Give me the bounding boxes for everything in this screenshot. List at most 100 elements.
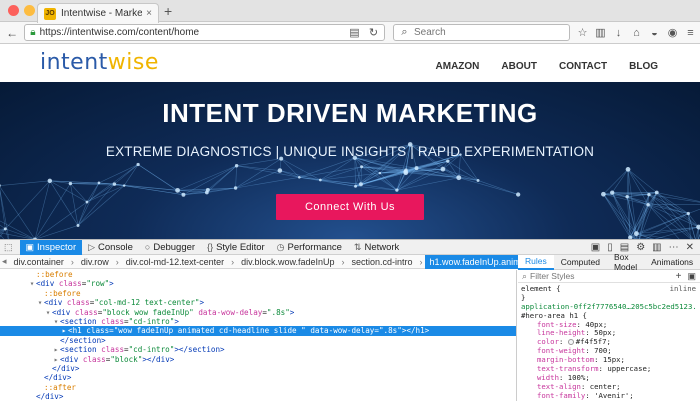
- minimize-window-button[interactable]: [24, 5, 35, 16]
- network-line: [628, 169, 649, 194]
- css-declaration[interactable]: color: #f4f5f7;: [521, 338, 696, 347]
- expand-twisty-icon[interactable]: ▸: [60, 326, 68, 335]
- markup-node[interactable]: ▸<div class="block"></div>: [0, 355, 516, 364]
- bookmark-star-icon[interactable]: ☆: [577, 26, 588, 39]
- tab-box-model[interactable]: Box Model: [607, 255, 644, 270]
- browser-tab[interactable]: JO Intentwise - Marketing Stra... ×: [37, 3, 159, 23]
- pick-element-icon[interactable]: ⬚: [0, 240, 20, 255]
- search-input[interactable]: [414, 27, 564, 38]
- tab-performance[interactable]: ◷Performance: [271, 240, 348, 255]
- markup-node[interactable]: ▾<section class="cd-intro">: [0, 317, 516, 326]
- network-line: [183, 166, 236, 195]
- expand-twisty-icon[interactable]: ▾: [52, 317, 60, 326]
- tab-network[interactable]: ⇅Network: [348, 240, 405, 255]
- tab-rules[interactable]: Rules: [518, 255, 554, 270]
- attribute-name: class: [67, 298, 90, 307]
- markup-node[interactable]: </section>: [0, 336, 516, 345]
- markup-node-selected[interactable]: ▸<h1 class="wow fadeInUp animated cd-hea…: [0, 326, 516, 335]
- nav-link-about[interactable]: ABOUT: [501, 61, 537, 72]
- markup-node[interactable]: </div>: [0, 373, 516, 382]
- more-options-icon[interactable]: ⋯: [669, 242, 679, 253]
- add-rule-icon[interactable]: +: [676, 271, 682, 282]
- download-icon[interactable]: ↓: [613, 27, 624, 39]
- breadcrumb-item[interactable]: div.block.wow.fadeInUp: [236, 255, 339, 269]
- breadcrumb-separator-icon: ›: [418, 255, 425, 269]
- network-node: [415, 166, 419, 170]
- css-declaration[interactable]: font-family: 'Avenir';: [521, 392, 696, 401]
- breadcrumb-item[interactable]: div.row: [76, 255, 114, 269]
- css-declaration[interactable]: margin-bottom: 15px;: [521, 356, 696, 365]
- responsive-icon[interactable]: ▯: [607, 242, 613, 253]
- expand-twisty-icon[interactable]: ▸: [52, 355, 60, 364]
- home-icon[interactable]: ⌂: [631, 27, 642, 39]
- markup-node[interactable]: ::before: [0, 289, 516, 298]
- connect-button[interactable]: Connect With Us: [276, 194, 424, 220]
- attribute-name: class: [83, 355, 106, 364]
- settings-gear-icon[interactable]: ⚙: [636, 242, 645, 253]
- url-bar[interactable]: 🔒︎ https://intentwise.com/content/home ▤…: [24, 24, 385, 41]
- intentwise-logo[interactable]: intentwise: [40, 50, 159, 75]
- toggle-pseudo-class-icon[interactable]: ▣: [687, 271, 696, 282]
- nav-link-amazon[interactable]: AMAZON: [436, 61, 480, 72]
- search-bar[interactable]: ⌕: [393, 24, 570, 41]
- tab-computed[interactable]: Computed: [554, 255, 607, 270]
- pocket-icon[interactable]: ◒: [649, 27, 660, 39]
- rule-properties: font-size: 40px;line-height: 50px;color:…: [521, 321, 696, 401]
- menu-icon[interactable]: ≡: [685, 27, 696, 39]
- breadcrumb-item[interactable]: section.cd-intro: [347, 255, 418, 269]
- rule-source-link[interactable]: application-0ff2f7776540…205c5bc2ed5123.…: [521, 303, 696, 312]
- expand-twisty-icon[interactable]: ▾: [28, 279, 36, 288]
- tab-close-icon[interactable]: ×: [146, 8, 152, 19]
- markup-node[interactable]: ▾<div class="block wow fadeInUp" data-wo…: [0, 308, 516, 317]
- tab-console[interactable]: ▷Console: [82, 240, 139, 255]
- css-declaration[interactable]: line-height: 50px;: [521, 329, 696, 338]
- css-declaration[interactable]: width: 100%;: [521, 374, 696, 383]
- markup-node[interactable]: ::after: [0, 383, 516, 392]
- expand-twisty-icon[interactable]: ▾: [36, 298, 44, 307]
- console-icon: ▷: [88, 242, 95, 253]
- expand-twisty-icon[interactable]: ▾: [44, 308, 52, 317]
- markup-node[interactable]: ::before: [0, 270, 516, 279]
- filter-styles-input[interactable]: [530, 271, 660, 281]
- hero-area: INTENT DRIVEN MARKETING EXTREME DIAGNOST…: [0, 82, 700, 239]
- reload-icon[interactable]: ↻: [368, 26, 379, 39]
- breadcrumb-item[interactable]: div.col-md-12.text-center: [121, 255, 229, 269]
- close-window-button[interactable]: [8, 5, 19, 16]
- network-node: [446, 160, 449, 163]
- opening-tag: <h1: [68, 326, 82, 335]
- rule-source[interactable]: inline: [670, 285, 696, 294]
- extension-icon[interactable]: ◉: [667, 26, 678, 39]
- closing-tag: </div>: [147, 355, 174, 364]
- nav-link-contact[interactable]: CONTACT: [559, 61, 607, 72]
- opening-tag: <div: [60, 355, 78, 364]
- markup-node[interactable]: </div>: [0, 364, 516, 373]
- network-line: [35, 184, 70, 239]
- tab-animations[interactable]: Animations: [644, 255, 700, 270]
- library-icon[interactable]: ▥: [595, 26, 606, 39]
- network-line: [648, 205, 699, 227]
- screenshot-icon[interactable]: ▤: [620, 242, 629, 253]
- expand-twisty-icon[interactable]: ▸: [52, 345, 60, 354]
- css-declaration[interactable]: text-transform: uppercase;: [521, 365, 696, 374]
- tab-inspector[interactable]: ▣Inspector: [20, 240, 83, 255]
- tab-debugger[interactable]: ○Debugger: [139, 240, 201, 255]
- close-devtools-icon[interactable]: ✕: [686, 242, 694, 253]
- markup-node[interactable]: ▾<div class="col-md-12 text-center">: [0, 298, 516, 307]
- attribute-name: class: [86, 326, 109, 335]
- breadcrumb-scroll-left-icon[interactable]: ◂: [0, 255, 9, 269]
- nav-link-blog[interactable]: BLOG: [629, 61, 658, 72]
- network-node: [86, 201, 89, 204]
- css-declaration[interactable]: text-align: center;: [521, 383, 696, 392]
- css-declaration[interactable]: font-size: 40px;: [521, 321, 696, 330]
- dock-icon[interactable]: ▣: [591, 242, 600, 253]
- markup-node[interactable]: ▸<section class="cd-intro"></section>: [0, 345, 516, 354]
- split-console-icon[interactable]: ▥: [652, 242, 661, 253]
- breadcrumb-item[interactable]: div.container: [9, 255, 69, 269]
- reader-view-icon[interactable]: ▤: [349, 26, 360, 39]
- css-declaration[interactable]: font-weight: 700;: [521, 347, 696, 356]
- markup-node[interactable]: ▾<div class="row">: [0, 279, 516, 288]
- new-tab-button[interactable]: +: [164, 3, 172, 19]
- opening-tag: <section: [60, 345, 97, 354]
- back-arrow-icon[interactable]: ←: [4, 26, 20, 40]
- tab-style-editor[interactable]: {}Style Editor: [201, 240, 271, 255]
